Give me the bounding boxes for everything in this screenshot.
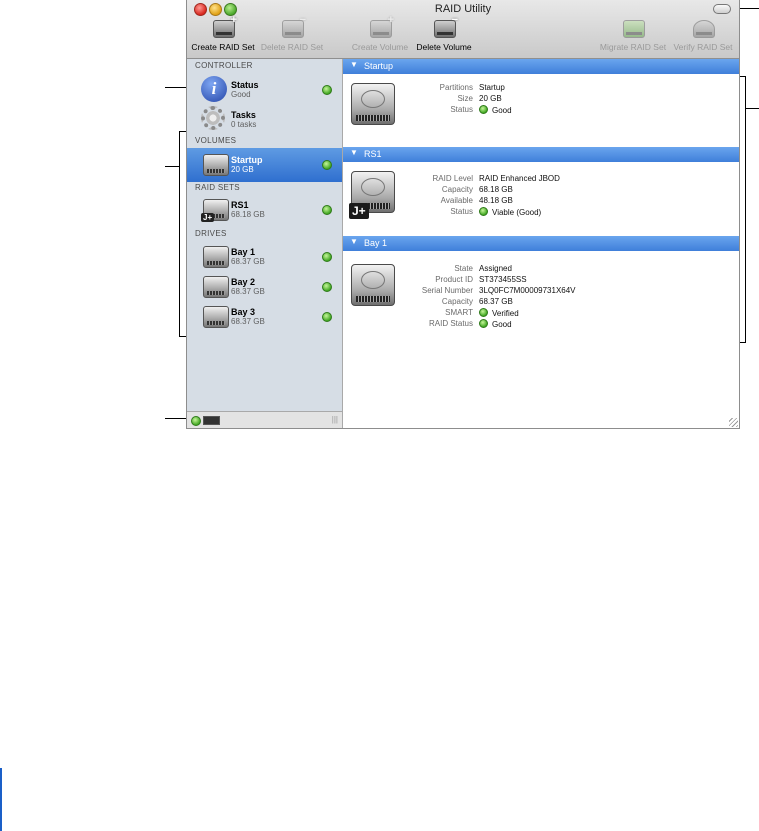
status-good-indicator [479, 308, 488, 317]
volume-large-icon [351, 83, 395, 125]
raid-utility-window: RAID Utility + Create RAID Set − Delete … [186, 0, 740, 429]
drive-disk-icon [203, 246, 229, 268]
create-raid-set-icon: + [210, 14, 237, 38]
drive-disk-icon [203, 276, 229, 298]
jbod-badge: J+ [349, 203, 369, 219]
delete-volume-button[interactable]: − Delete Volume [413, 14, 475, 56]
verify-raid-set-icon [690, 16, 716, 38]
sidebar-item-startup[interactable]: Startup 20 GB [187, 148, 342, 182]
status-good-indicator [322, 160, 332, 170]
window-title: RAID Utility [434, 3, 492, 15]
disclosure-triangle-icon[interactable]: ▼ [350, 148, 358, 157]
disclosure-triangle-icon[interactable]: ▼ [350, 237, 358, 246]
status-good-indicator [322, 205, 332, 215]
delete-volume-icon: − [431, 14, 458, 38]
create-raid-set-button[interactable]: + Create RAID Set [191, 14, 255, 56]
sidebar-item-bay-2[interactable]: Bay 2 68.37 GB [187, 270, 342, 304]
create-volume-button[interactable]: + Create Volume [349, 14, 411, 56]
create-volume-icon: + [367, 14, 394, 38]
drive-large-icon [351, 264, 395, 306]
status-good-indicator [322, 312, 332, 322]
callout-line-detail [745, 108, 759, 109]
info-icon: i [201, 76, 227, 102]
sidebar-item-tasks[interactable]: Tasks 0 tasks [187, 103, 342, 137]
controller-header: CONTROLLER [195, 61, 253, 70]
sidebar-item-rs1[interactable]: J+ RS1 68.18 GB [187, 193, 342, 227]
drives-header: DRIVES [195, 229, 227, 238]
sidebar-item-status[interactable]: i Status Good [187, 73, 342, 107]
sidebar-footer: ||| [187, 411, 343, 428]
status-good-indicator [322, 252, 332, 262]
sidebar: CONTROLLER i Status Good Tasks 0 tasks V… [187, 59, 343, 411]
raid-sets-header: RAID SETS [195, 183, 240, 192]
resize-grip[interactable] [729, 418, 738, 427]
toolbar-toggle-button[interactable] [713, 4, 731, 14]
verify-raid-set-button[interactable]: Verify RAID Set [671, 16, 735, 56]
gear-icon [201, 106, 225, 130]
status-good-indicator [479, 319, 488, 328]
status-good-indicator [322, 85, 332, 95]
drive-disk-icon [203, 306, 229, 328]
section-header-bay-1[interactable]: ▼ Bay 1 [343, 236, 739, 251]
migrate-raid-set-icon [620, 16, 646, 38]
callout-bracket-detail [745, 76, 746, 343]
volume-disk-icon [203, 154, 229, 176]
status-good-indicator [479, 105, 488, 114]
migrate-raid-set-button[interactable]: Migrate RAID Set [597, 16, 669, 56]
disclosure-triangle-icon[interactable]: ▼ [350, 60, 358, 69]
splitter-grip[interactable]: ||| [332, 415, 338, 424]
volumes-header: VOLUMES [195, 136, 237, 145]
page-edge-bar [0, 768, 2, 831]
title-bar: RAID Utility + Create RAID Set − Delete … [187, 0, 739, 59]
section-header-rs1[interactable]: ▼ RS1 [343, 147, 739, 162]
delete-raid-set-icon: − [279, 14, 306, 38]
section-header-startup[interactable]: ▼ Startup [343, 59, 739, 74]
callout-line-lists [165, 166, 179, 167]
detail-pane: ▼ Startup Partitions Startup Size 20 GB St… [343, 59, 739, 428]
controller-status-indicator [191, 416, 201, 426]
status-good-indicator [479, 207, 488, 216]
sidebar-item-bay-3[interactable]: Bay 3 68.37 GB [187, 300, 342, 334]
jbod-badge: J+ [201, 213, 215, 222]
sidebar-item-bay-1[interactable]: Bay 1 68.37 GB [187, 240, 342, 274]
callout-bracket-lists [179, 131, 180, 337]
battery-icon [203, 416, 220, 425]
delete-raid-set-button[interactable]: − Delete RAID Set [259, 14, 325, 56]
status-good-indicator [322, 282, 332, 292]
